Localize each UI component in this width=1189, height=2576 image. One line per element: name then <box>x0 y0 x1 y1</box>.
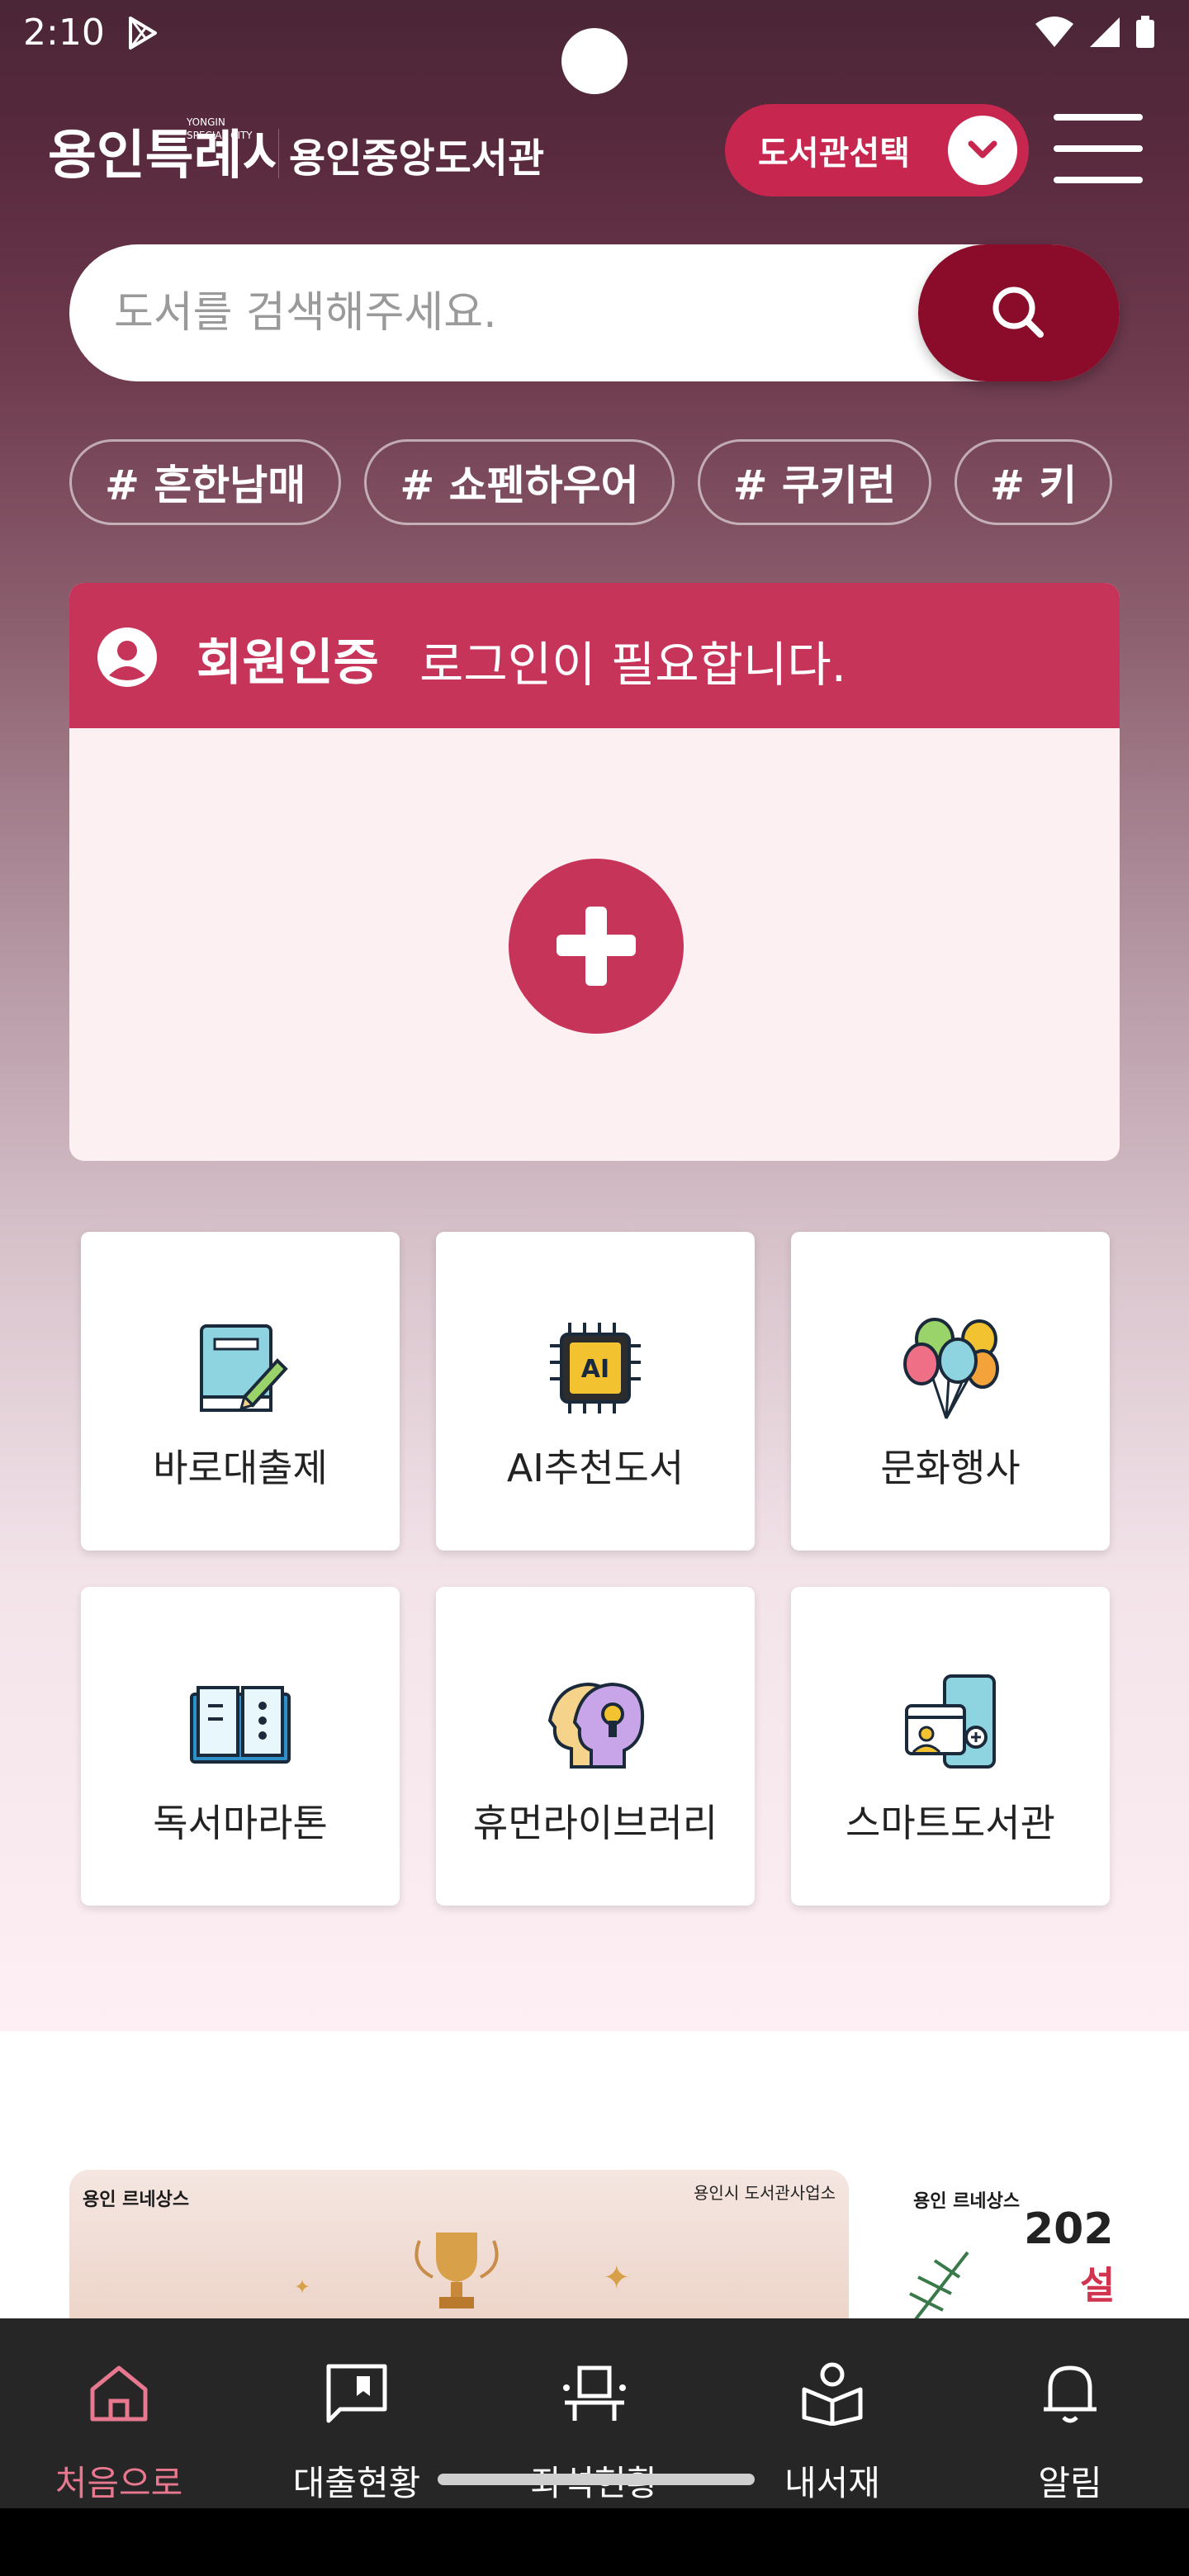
my-library-icon <box>802 2362 863 2426</box>
human-head-icon <box>547 1682 645 1769</box>
member-auth-title: 회원인증 <box>197 634 379 692</box>
wifi-icon <box>1035 17 1073 47</box>
member-auth-header: 회원인증 로그인이 필요합니다. <box>69 583 1120 728</box>
login-required-message: 로그인이 필요합니다. <box>419 637 847 693</box>
menu-tile-label: 스마트도서관 <box>846 1801 1055 1845</box>
svg-text:SPECIAL CITY: SPECIAL CITY <box>187 130 253 141</box>
menu-tile-label: 바로대출제 <box>153 1446 328 1490</box>
sparkle-icon: ✦ <box>603 2259 631 2297</box>
signal-icon <box>1090 17 1120 47</box>
menu-tile-label: 문화행사 <box>880 1446 1021 1490</box>
library-select-button[interactable]: 도서관선택 <box>725 104 1029 197</box>
menu-tile-smart-library[interactable]: 스마트도서관 <box>791 1587 1110 1906</box>
menu-tile-reading-marathon[interactable]: 독서마라톤 <box>81 1587 400 1906</box>
menu-tile-culture-events[interactable]: 문화행사 <box>791 1232 1110 1551</box>
add-member-card-button[interactable] <box>509 859 684 1034</box>
status-time: 2:10 <box>23 12 105 54</box>
promo-banner-secondary[interactable]: 용인 르네상스 202 설 <box>902 2170 1189 2335</box>
battery-icon <box>1136 16 1154 48</box>
banner-brand: 용인 르네상스 <box>83 2190 190 2210</box>
hashtag-chip[interactable]: # 키 <box>954 439 1113 525</box>
hashtag-chip[interactable]: # 쇼펜하우어 <box>364 439 675 525</box>
menu-tile-label: AI추천도서 <box>506 1446 685 1490</box>
menu-tile-instant-loan[interactable]: 바로대출제 <box>81 1232 400 1551</box>
smartphone-library-icon <box>905 1674 996 1769</box>
nav-notifications[interactable]: 알림 <box>951 2318 1189 2508</box>
hashtag-chip[interactable]: # 흔한남매 <box>69 439 342 525</box>
banner-sub: 설 <box>1080 2263 1116 2308</box>
menu-tile-human-library[interactable]: 휴먼라이브러리 <box>436 1587 755 1906</box>
menu-tile-label: 독서마라톤 <box>153 1801 328 1845</box>
trophy-icon <box>414 2233 499 2308</box>
hero-section: 2:10 용인특례시 YONGIN SPECIAL CITY 용인중앙도서관 도… <box>0 0 1189 2031</box>
yongin-logo[interactable]: 용인특례시 YONGIN SPECIAL CITY <box>48 107 291 190</box>
bookmark-chat-icon <box>326 2364 387 2423</box>
member-auth-card: 회원인증 로그인이 필요합니다. <box>69 583 1120 1161</box>
home-icon <box>90 2365 148 2422</box>
nav-label: 알림 <box>1038 2463 1102 2503</box>
banner-year: 202 <box>1024 2204 1114 2254</box>
nav-home[interactable]: 처음으로 <box>0 2318 238 2508</box>
hamburger-menu-icon[interactable] <box>1054 112 1143 183</box>
status-icons <box>1034 15 1156 50</box>
seat-icon <box>563 2365 626 2421</box>
sparkle-icon: ✦ <box>294 2275 311 2299</box>
library-select-label: 도서관선택 <box>758 135 910 173</box>
nav-label: 처음으로 <box>54 2463 183 2503</box>
menu-tile-label: 휴먼라이브러리 <box>472 1801 718 1845</box>
svg-text:YONGIN: YONGIN <box>186 116 225 128</box>
banner-brand-secondary: 용인 르네상스 <box>913 2191 1021 2212</box>
search-button[interactable] <box>918 244 1120 381</box>
banner-org: 용인시 도서관사업소 <box>694 2183 836 2203</box>
bell-icon <box>1044 2365 1097 2423</box>
ai-chip-icon: AI <box>550 1323 641 1413</box>
play-store-icon <box>129 17 157 50</box>
book-pencil-icon <box>200 1324 288 1412</box>
balloons-icon <box>903 1318 999 1419</box>
hashtag-list: # 흔한남매 # 쇼펜하우어 # 쿠키런 # 키 <box>69 439 1120 528</box>
search-input[interactable] <box>114 277 923 348</box>
svg-text:AI: AI <box>581 1355 609 1384</box>
open-book-icon <box>190 1686 291 1764</box>
promo-banner[interactable]: 용인 르네상스 용인시 도서관사업소 ✦ ✦ <box>69 2170 849 2335</box>
gesture-handle[interactable] <box>438 2474 755 2485</box>
user-avatar-icon <box>97 627 157 687</box>
system-gesture-area <box>0 2508 1189 2576</box>
library-name: 용인중앙도서관 <box>289 135 545 182</box>
search-icon <box>992 286 1044 338</box>
menu-tile-ai-recommend[interactable]: AI AI추천도서 <box>436 1232 755 1551</box>
chevron-down-icon <box>948 116 1017 185</box>
hashtag-chip[interactable]: # 쿠키런 <box>697 439 931 525</box>
camera-cutout <box>561 28 628 94</box>
